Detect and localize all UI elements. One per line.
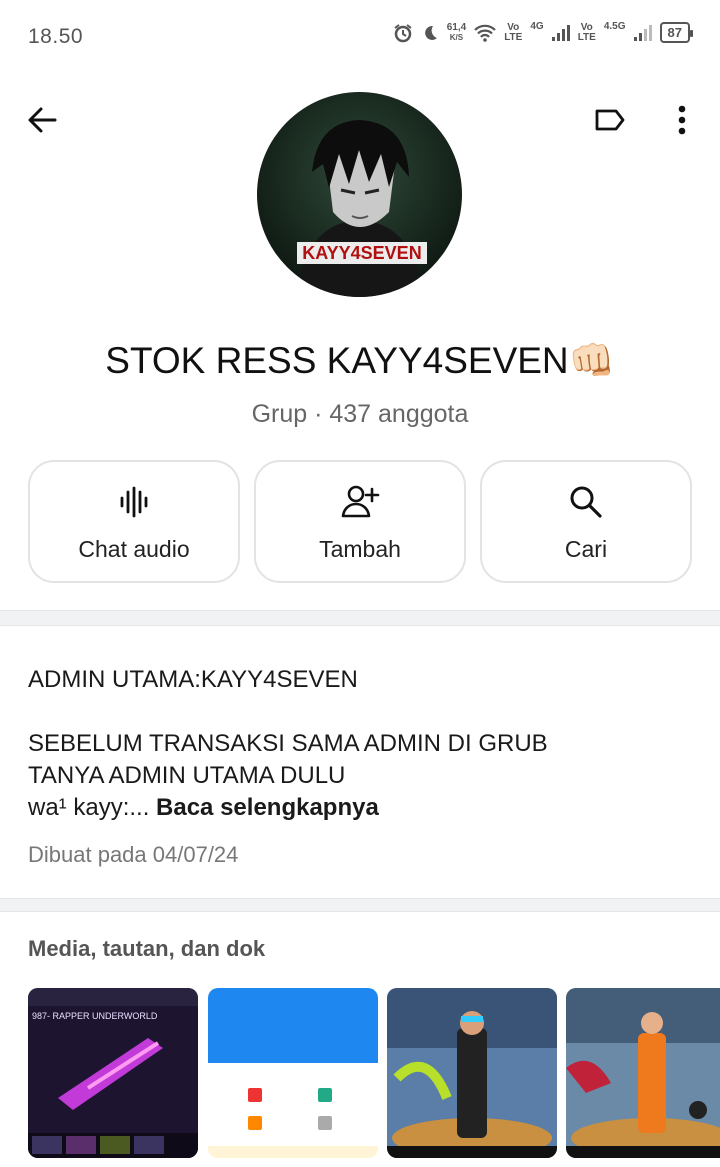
sim1-gen: 4G [530, 21, 544, 32]
status-icons: 61,4 K/S Vo LTE 4G Vo LTE 4.5G 87 [393, 21, 694, 43]
label-icon [595, 109, 625, 131]
group-description[interactable]: ADMIN UTAMA:KAYY4SEVEN SEBELUM TRANSAKSI… [28, 664, 688, 824]
thumbnail-caption: 987- RAPPER UNDERWORLD [32, 1011, 158, 1021]
created-date: Dibuat pada 04/07/24 [28, 842, 239, 867]
sim2-signal-icon [633, 24, 652, 41]
read-more-link[interactable]: Baca selengkapnya [156, 794, 379, 821]
group-meta[interactable]: Grup · 437 anggota [0, 400, 720, 429]
net-speed: 61,4 K/S [446, 21, 467, 42]
add-member-label: Tambah [319, 536, 401, 562]
battery-indicator: 87 [659, 22, 694, 43]
status-time: 18.50 [28, 25, 84, 48]
sim2-gen: 4.5G [603, 21, 626, 32]
status-bar: 18.50 61,4 K/S Vo LTE 4G Vo LTE 4.5G 87 [0, 0, 720, 72]
more-options-button[interactable] [660, 98, 704, 142]
audio-wave-icon [120, 486, 148, 518]
moon-icon [424, 25, 437, 40]
media-thumbnail[interactable]: 987- RAPPER UNDERWORLD [28, 988, 198, 1158]
sim1-signal-icon [551, 24, 570, 41]
media-thumbnail-image [208, 988, 378, 1158]
add-person-icon [341, 485, 380, 518]
add-member-button[interactable]: Tambah [254, 460, 466, 583]
search-icon [570, 486, 602, 518]
group-avatar[interactable]: KAYY4SEVEN [257, 92, 462, 297]
back-arrow-icon [28, 107, 57, 133]
sim2-volte: Vo LTE [577, 21, 596, 43]
media-section-title[interactable]: Media, tautan, dan dok [28, 936, 265, 962]
media-thumbnail[interactable] [208, 988, 378, 1158]
search-label: Cari [564, 536, 608, 562]
chat-audio-button[interactable]: Chat audio [28, 460, 240, 583]
section-divider [0, 898, 720, 912]
avatar-logo-text: KAYY4SEVEN [302, 243, 421, 263]
wifi-icon [474, 24, 496, 42]
media-thumbnail[interactable] [566, 988, 720, 1158]
media-thumbnail-image [566, 988, 720, 1158]
sim1-volte: Vo LTE [504, 21, 523, 43]
back-button[interactable] [20, 98, 64, 142]
avatar-image: KAYY4SEVEN [257, 92, 462, 297]
group-name[interactable]: STOK RESS KAYY4SEVEN👊🏻 [0, 340, 720, 383]
media-thumbnail-image: 987- RAPPER UNDERWORLD [28, 988, 198, 1158]
media-thumbnail-image [387, 988, 557, 1158]
chat-audio-label: Chat audio [78, 536, 190, 562]
media-thumbnail[interactable] [387, 988, 557, 1158]
more-vertical-icon [678, 105, 686, 135]
label-button[interactable] [588, 98, 632, 142]
section-divider [0, 610, 720, 626]
alarm-icon [394, 23, 412, 42]
search-button[interactable]: Cari [480, 460, 692, 583]
